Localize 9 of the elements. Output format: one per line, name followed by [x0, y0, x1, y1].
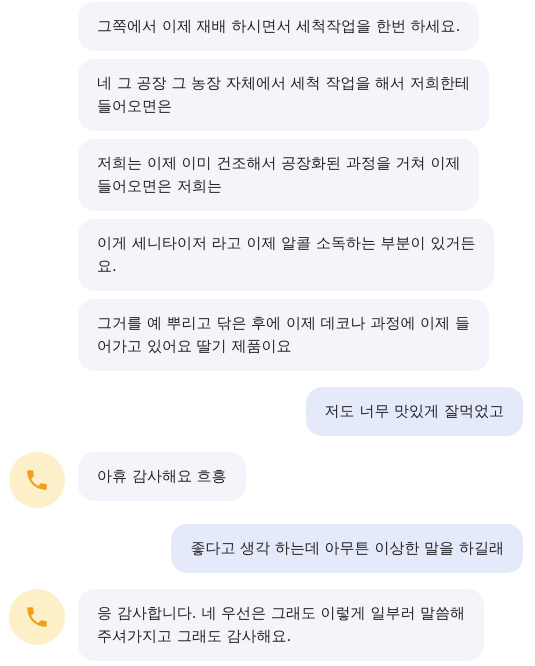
received-message-bubble: 그거를 예 뿌리고 닦은 후에 이제 데코나 과정에 이제 들 어가고 있어요 딸기 제품이요	[78, 299, 489, 371]
received-message-bubble: 그쪽에서 이제 재배 하시면서 세척작업을 한번 하세요.	[78, 2, 480, 51]
sent-message-bubble: 좋다고 생각 하는데 아무튼 이상한 말을 하길래	[171, 524, 523, 573]
sent-message-bubble: 저도 너무 맛있게 잘먹었고	[306, 387, 523, 436]
received-message-bubble: 응 감사합니다. 네 우선은 그래도 이렇게 일부러 말씀해 주셔가지고 그래도 감사해요.	[78, 589, 484, 661]
received-message-bubble: 이게 세니타이저 라고 이제 알콜 소독하는 부분이 있거든 요.	[78, 219, 494, 291]
received-message-bubble: 아휴 감사해요 흐흥	[78, 452, 246, 501]
received-message-bubble: 저희는 이제 이미 건조해서 공장화된 과정을 거쳐 이제 들어오면은 저희는	[78, 139, 480, 211]
received-message-bubble: 네 그 공장 그 농장 자체에서 세척 작업을 해서 저희한테 들어오면은	[78, 59, 489, 131]
